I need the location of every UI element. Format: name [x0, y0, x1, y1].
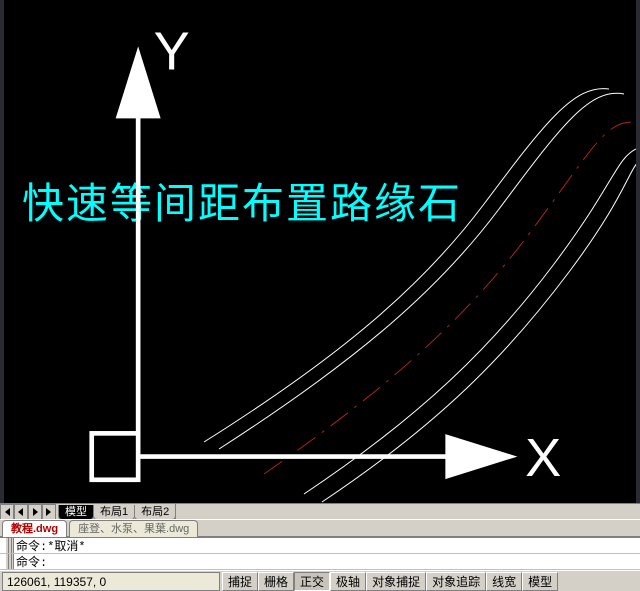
command-history-text: *取消* — [47, 537, 85, 554]
layout-nav-row: 模型 布局1 布局2 — [0, 503, 640, 519]
status-bar: 126061, 119357, 0 捕捉 栅格 正交 极轴 对象捕捉 对象追踪 … — [0, 570, 640, 591]
nav-prev-button[interactable] — [14, 504, 28, 520]
command-grip-icon[interactable] — [6, 538, 14, 553]
toggle-modelspace[interactable]: 模型 — [522, 572, 558, 591]
drawing-area[interactable]: 快速等间距布置路缘石 Y X — [0, 0, 640, 503]
coordinates-readout: 126061, 119357, 0 — [2, 572, 220, 591]
layout-nav-spacer — [175, 504, 640, 519]
file-tab-inactive[interactable]: 座登、水泵、果葉.dwg — [69, 520, 198, 537]
layout-tab-layout2[interactable]: 布局2 — [134, 505, 176, 520]
ucs-x-label: X — [525, 428, 561, 488]
file-tab-active[interactable]: 教程.dwg — [2, 520, 67, 537]
command-area: 命令: *取消* 命令: — [0, 537, 640, 570]
ucs-y-label: Y — [154, 22, 190, 82]
toggle-grid[interactable]: 栅格 — [258, 572, 294, 591]
layout-nav-buttons — [0, 504, 56, 519]
status-toggles: 捕捉 栅格 正交 极轴 对象捕捉 对象追踪 线宽 模型 — [222, 571, 558, 591]
toggle-otrack[interactable]: 对象追踪 — [426, 572, 486, 591]
layout-tab-model[interactable]: 模型 — [58, 505, 94, 520]
toggle-lineweight[interactable]: 线宽 — [486, 572, 522, 591]
nav-first-button[interactable] — [0, 504, 14, 520]
command-prompt: 命令: — [16, 553, 47, 570]
toggle-ortho[interactable]: 正交 — [294, 572, 330, 591]
layout-tabs: 模型 布局1 布局2 — [56, 504, 175, 520]
command-input-line[interactable]: 命令: — [0, 554, 640, 570]
cad-app-window: 快速等间距布置路缘石 Y X 模型 布局1 布局2 — [0, 0, 640, 591]
toggle-polar[interactable]: 极轴 — [330, 572, 366, 591]
layout-tab-layout1[interactable]: 布局1 — [93, 505, 135, 520]
toggle-osnap[interactable]: 对象捕捉 — [366, 572, 426, 591]
file-tabs-row: 教程.dwg 座登、水泵、果葉.dwg — [0, 519, 640, 537]
nav-last-button[interactable] — [42, 504, 56, 520]
nav-next-button[interactable] — [28, 504, 42, 520]
command-grip-icon[interactable] — [6, 554, 14, 569]
command-prompt: 命令: — [16, 537, 47, 554]
ucs-icon: Y X — [4, 0, 636, 503]
toggle-snap[interactable]: 捕捉 — [222, 572, 258, 591]
command-history-line: 命令: *取消* — [0, 538, 640, 554]
